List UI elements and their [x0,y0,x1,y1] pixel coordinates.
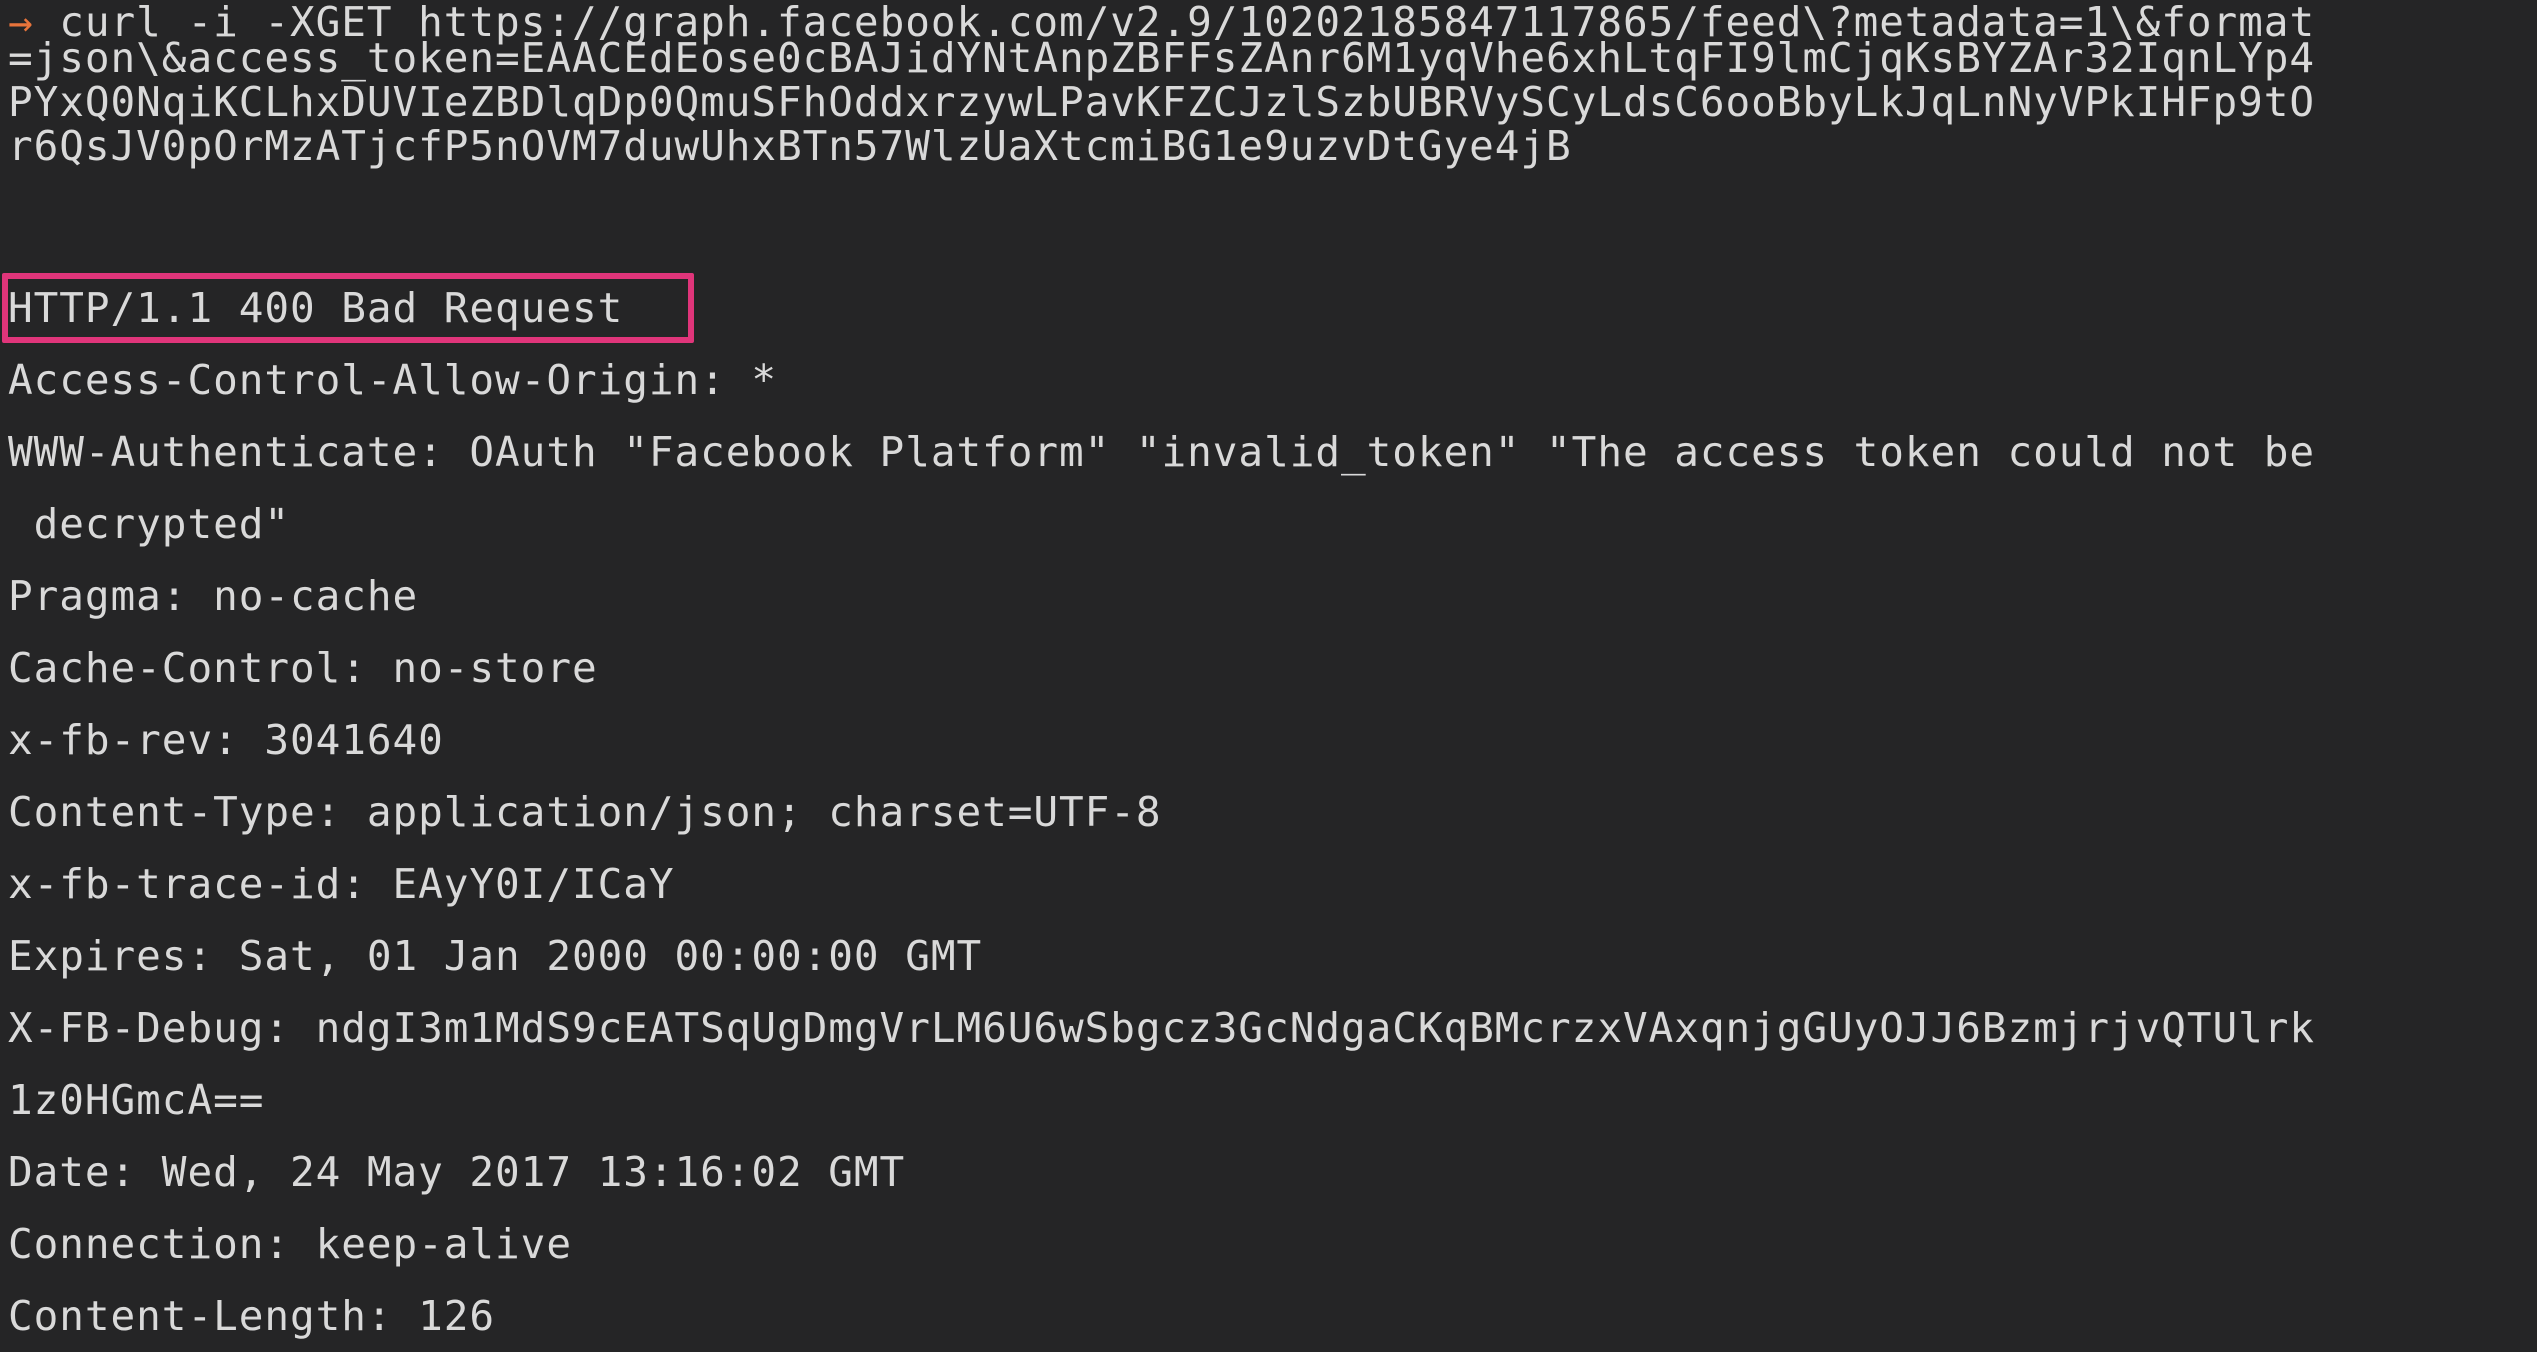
response-header-line: Pragma: no-cache [8,572,419,620]
response-header-line: Content-Length: 126 [8,1292,496,1340]
response-header-line: X-FB-Debug: ndgI3m1MdS9cEATSqUgDmgVrLM6U… [8,1004,2316,1052]
response-header-line: 1z0HGmcA== [8,1076,265,1124]
terminal-window[interactable]: → curl -i -XGET https://graph.facebook.c… [0,0,2537,1342]
response-header-line: Expires: Sat, 01 Jan 2000 00:00:00 GMT [8,932,983,980]
command-line-4: r6QsJV0pOrMzATjcfP5nOVM7duwUhxBTn57WlzUa… [8,122,1572,170]
response-header-line: x-fb-rev: 3041640 [8,716,444,764]
response-header-line: WWW-Authenticate: OAuth "Facebook Platfo… [8,428,2316,476]
response-header-line: Content-Type: application/json; charset=… [8,788,1162,836]
status-line: HTTP/1.1 400 Bad Request [8,284,624,332]
response-header-line: x-fb-trace-id: EAyY0I/ICaY [8,860,675,908]
response-header-line: Cache-Control: no-store [8,644,598,692]
response-header-line: Connection: keep-alive [8,1220,572,1268]
response-header-line: decrypted" [8,500,290,548]
response-header-line: Date: Wed, 24 May 2017 13:16:02 GMT [8,1148,906,1196]
response-header-line: Access-Control-Allow-Origin: * [8,356,778,404]
